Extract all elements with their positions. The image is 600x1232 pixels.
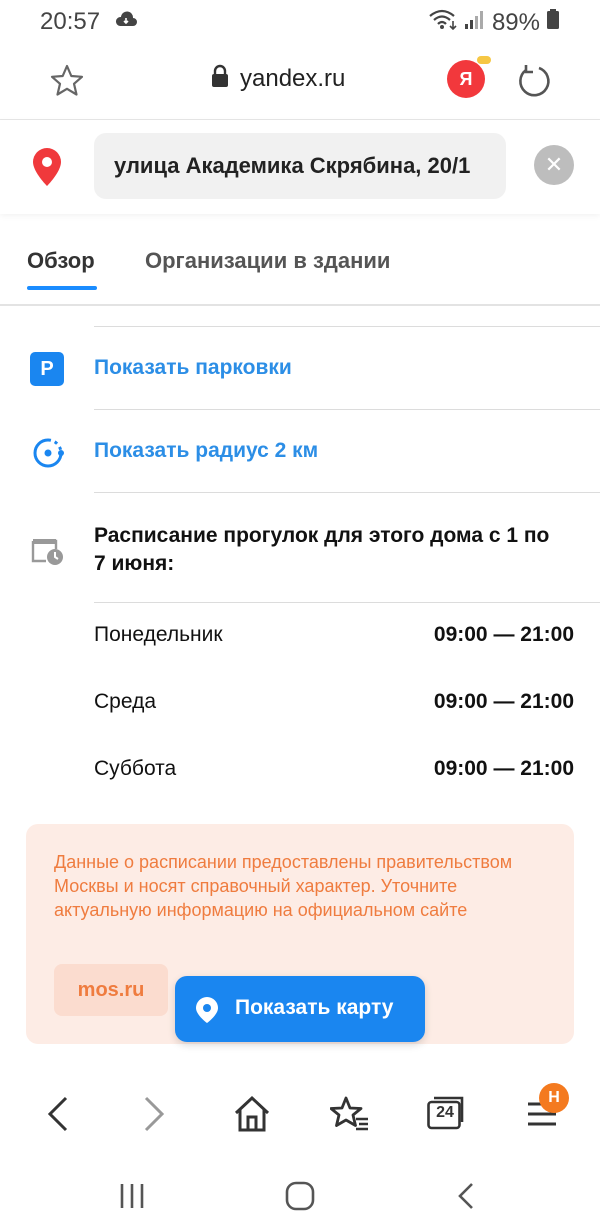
- note-text: Данные о расписании предоставлены правит…: [54, 852, 513, 920]
- tab-overview[interactable]: Обзор: [27, 248, 95, 274]
- tabs-count: 24: [436, 1104, 454, 1121]
- show-parking-link[interactable]: Показать парковки: [94, 356, 292, 380]
- system-back-icon[interactable]: [450, 1178, 486, 1214]
- status-bar: 20:57 89%: [0, 0, 600, 42]
- show-radius-row[interactable]: Показать радиус 2 км: [0, 410, 600, 492]
- location-pin-icon: [30, 146, 64, 188]
- browser-address-bar: yandex.ru Я: [0, 42, 600, 120]
- radius-icon: [30, 435, 64, 469]
- tab-organizations[interactable]: Организации в здании: [145, 248, 390, 274]
- cloud-sync-icon: [114, 10, 138, 35]
- url-text: yandex.ru: [240, 64, 346, 92]
- map-pin-icon: [195, 996, 219, 1024]
- status-indicators: 89%: [428, 8, 560, 37]
- show-radius-link[interactable]: Показать радиус 2 км: [94, 439, 318, 463]
- tab-bar: Обзор Организации в здании: [0, 214, 600, 306]
- lock-icon: [210, 64, 230, 93]
- parking-icon: P: [30, 352, 64, 386]
- schedule-row: Среда 09:00 — 21:00: [94, 690, 574, 720]
- yandex-decoration: [477, 56, 491, 64]
- schedule-day: Суббота: [94, 757, 177, 780]
- browser-toolbar: 24: [0, 1070, 600, 1160]
- battery-percent: 89%: [491, 8, 540, 36]
- schedule-day: Понедельник: [94, 623, 223, 646]
- reload-icon[interactable]: [515, 62, 553, 100]
- schedule-row: Суббота 09:00 — 21:00: [94, 757, 574, 787]
- schedule-row: Понедельник 09:00 — 21:00: [94, 623, 574, 653]
- yandex-alice-icon[interactable]: Я: [447, 56, 491, 98]
- forward-arrow-icon[interactable]: [132, 1092, 176, 1136]
- schedule-title: Расписание прогулок для этого дома с 1 п…: [94, 524, 550, 575]
- address-field[interactable]: улица Академика Скрябина, 20/1: [94, 133, 506, 199]
- tabs-count-button[interactable]: 24: [427, 1096, 465, 1130]
- menu-notification-badge: Н: [539, 1083, 569, 1113]
- wifi-icon: [428, 8, 458, 37]
- home-icon[interactable]: [230, 1092, 274, 1136]
- schedule-time: 09:00 — 21:00: [433, 623, 574, 646]
- show-map-button[interactable]: Показать карту: [175, 976, 425, 1042]
- schedule-day: Среда: [94, 690, 156, 713]
- yandex-letter: Я: [459, 68, 473, 89]
- schedule-time: 09:00 — 21:00: [433, 690, 574, 713]
- bookmark-star-icon[interactable]: [48, 62, 86, 100]
- recent-apps-icon[interactable]: [114, 1178, 150, 1214]
- show-map-label: Показать карту: [235, 996, 394, 1019]
- bookmarks-icon[interactable]: [328, 1092, 372, 1136]
- mos-ru-button[interactable]: mos.ru: [54, 964, 168, 1016]
- divider: [94, 602, 600, 603]
- calendar-clock-icon: [30, 535, 66, 567]
- signal-icon: [464, 8, 486, 37]
- divider: [94, 492, 600, 493]
- system-navigation-bar: [0, 1160, 600, 1232]
- show-parking-row[interactable]: P Показать парковки: [0, 327, 600, 409]
- home-button-icon[interactable]: [282, 1178, 318, 1214]
- battery-icon: [546, 8, 560, 37]
- address-header: улица Академика Скрябина, 20/1: [0, 120, 600, 214]
- back-arrow-icon[interactable]: [36, 1092, 80, 1136]
- schedule-time: 09:00 — 21:00: [433, 757, 574, 780]
- close-icon[interactable]: ✕: [534, 145, 574, 185]
- url-display[interactable]: yandex.ru: [210, 64, 345, 93]
- active-tab-indicator: [27, 286, 97, 290]
- status-time: 20:57: [40, 8, 101, 35]
